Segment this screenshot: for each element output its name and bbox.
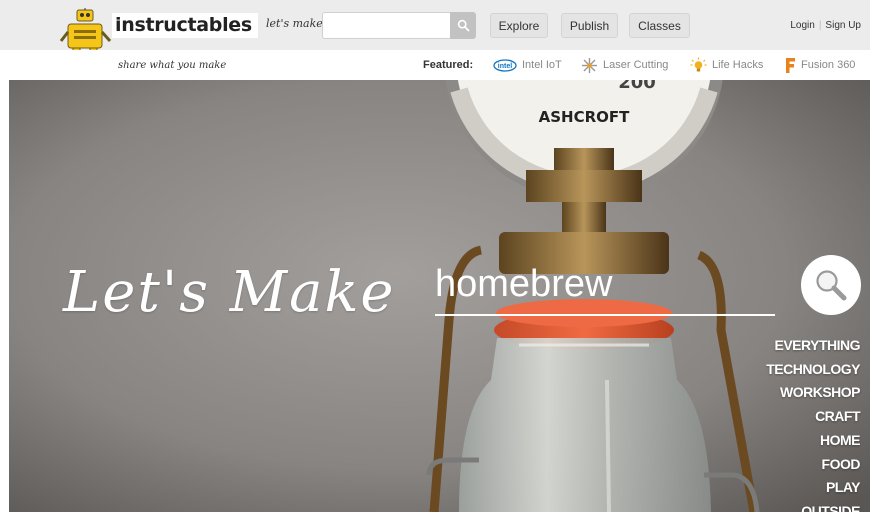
category-everything[interactable]: EVERYTHING	[766, 334, 861, 358]
classes-button[interactable]: Classes	[629, 13, 690, 38]
featured-fusion-label: Fusion 360	[801, 59, 856, 71]
gauge-brand-text: ASHCROFT	[539, 108, 631, 126]
search-icon	[816, 270, 847, 301]
auth-links: Login | Sign Up	[790, 20, 861, 31]
featured-laser-cutting[interactable]: Laser Cutting	[581, 57, 668, 73]
explore-button[interactable]: Explore	[490, 13, 548, 38]
laser-burst-icon	[582, 57, 597, 73]
category-outside[interactable]: OUTSIDE	[766, 500, 860, 512]
lets-make-label: let's make	[266, 17, 323, 30]
lightbulb-icon	[690, 57, 707, 71]
tagline: share what you make	[118, 60, 227, 71]
login-link[interactable]: Login	[790, 20, 814, 31]
gauge-number-text: 200	[618, 80, 656, 93]
hero-banner: ASHCROFT 200 Let's Make homebrew EVERYTH…	[9, 80, 870, 512]
featured-life-hacks[interactable]: Life Hacks	[690, 57, 763, 73]
featured-intel-label: Intel IoT	[522, 59, 562, 71]
category-craft[interactable]: CRAFT	[766, 405, 860, 429]
featured-life-hacks-label: Life Hacks	[712, 59, 764, 71]
search-button[interactable]	[450, 12, 476, 39]
hero-search-button[interactable]	[801, 255, 861, 315]
search-icon	[457, 19, 469, 32]
signup-link[interactable]: Sign Up	[825, 20, 861, 31]
featured-fusion-360[interactable]: Fusion 360	[785, 57, 855, 73]
intel-logo-icon: intel	[493, 58, 517, 72]
category-technology[interactable]: TECHNOLOGY	[766, 358, 860, 382]
hero-search-field[interactable]: homebrew	[435, 263, 775, 316]
hero-heading: Let's Make	[63, 260, 396, 325]
category-play[interactable]: PLAY	[766, 476, 861, 500]
category-home[interactable]: HOME	[766, 429, 860, 453]
fusion-f-icon	[786, 57, 795, 73]
instructables-wordmark[interactable]: instructables	[112, 13, 258, 38]
category-food[interactable]: FOOD	[766, 453, 861, 477]
featured-laser-label: Laser Cutting	[603, 59, 669, 71]
auth-divider: |	[818, 20, 822, 31]
publish-button[interactable]: Publish	[561, 13, 618, 38]
category-workshop[interactable]: WORKSHOP	[766, 381, 860, 405]
search-input[interactable]	[322, 12, 450, 39]
featured-label: Featured:	[423, 59, 474, 71]
featured-intel-iot[interactable]: intel Intel IoT	[493, 57, 562, 73]
category-list: EVERYTHING TECHNOLOGY WORKSHOP CRAFT HOM…	[766, 334, 860, 512]
svg-text:intel: intel	[498, 63, 512, 70]
